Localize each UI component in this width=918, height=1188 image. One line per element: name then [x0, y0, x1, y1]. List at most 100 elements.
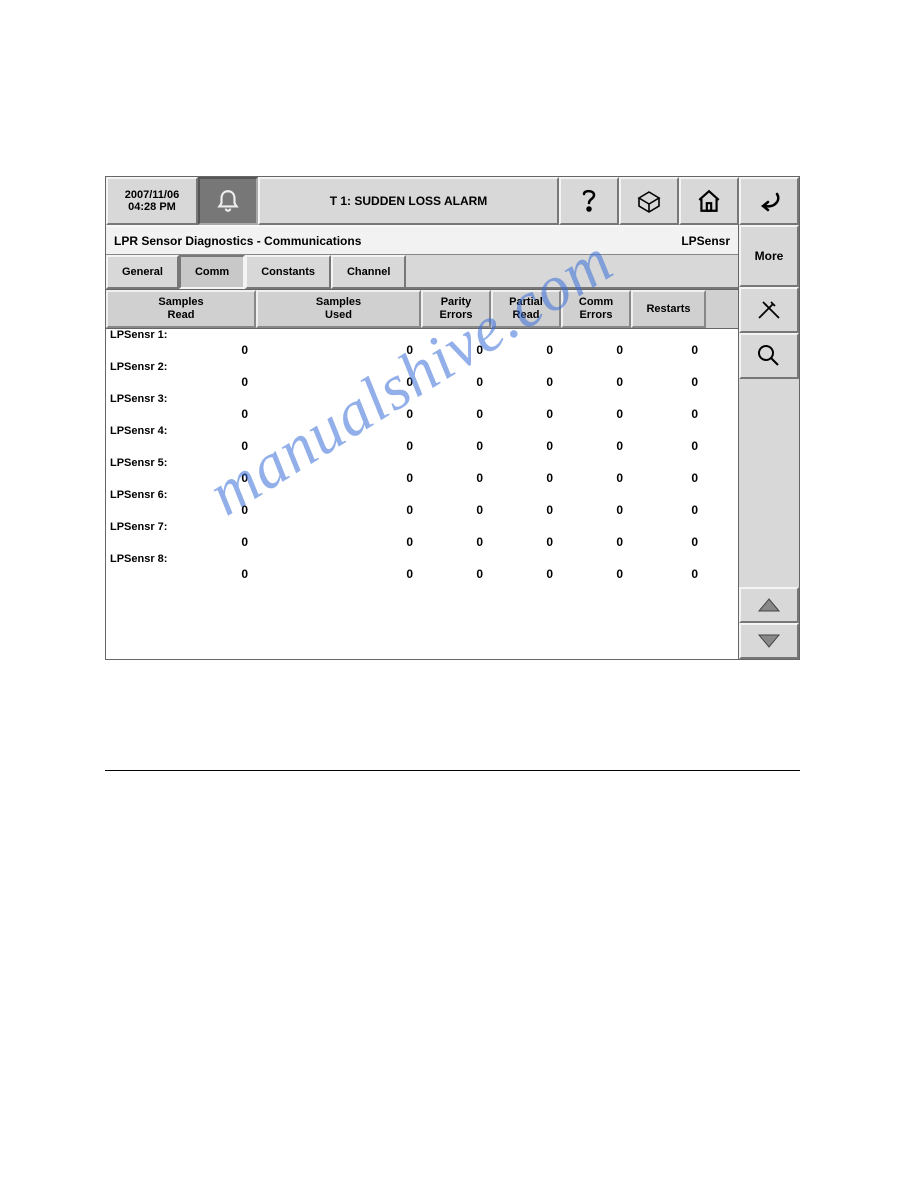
col-partial-read: Partial Read — [491, 290, 561, 328]
cell-parity_errors: 0 — [421, 375, 491, 389]
cell-partial_read: 0 — [491, 567, 561, 581]
cell-parity_errors: 0 — [421, 535, 491, 549]
col-parity-errors: Parity Errors — [421, 290, 491, 328]
app-frame: 2007/11/06 04:28 PM T 1: SUDDEN LOSS ALA… — [105, 176, 800, 660]
bell-icon — [215, 188, 241, 214]
help-button[interactable] — [559, 177, 619, 225]
scroll-up-button[interactable] — [739, 587, 799, 623]
cell-restarts: 0 — [631, 439, 706, 453]
cell-samples_read: 0 — [106, 503, 256, 517]
sensor-label: LPSensr 3: — [110, 393, 167, 405]
sensor-label: LPSensr 4: — [110, 425, 167, 437]
cell-samples_read: 0 — [106, 439, 256, 453]
cell-partial_read: 0 — [491, 375, 561, 389]
cell-comm_errors: 0 — [561, 503, 631, 517]
box-icon — [635, 188, 663, 214]
sensor-row: LPSensr 4:000000 — [106, 425, 738, 457]
cell-parity_errors: 0 — [421, 471, 491, 485]
tab-comm[interactable]: Comm — [179, 255, 245, 289]
more-label: More — [755, 249, 784, 263]
tab-channel[interactable]: Channel — [331, 255, 406, 289]
cell-comm_errors: 0 — [561, 375, 631, 389]
cell-comm_errors: 0 — [561, 567, 631, 581]
col-samples-used: Samples Used — [256, 290, 421, 328]
print-button[interactable] — [619, 177, 679, 225]
sensor-row: LPSensr 7:000000 — [106, 521, 738, 553]
cell-partial_read: 0 — [491, 407, 561, 421]
alarm-title-button[interactable]: T 1: SUDDEN LOSS ALARM — [258, 177, 559, 225]
main-row: LPR Sensor Diagnostics - Communications … — [106, 225, 799, 659]
triangle-up-icon — [758, 598, 780, 612]
home-button[interactable] — [679, 177, 739, 225]
sensor-row: LPSensr 8:000000 — [106, 553, 738, 585]
cell-samples_used: 0 — [256, 343, 421, 357]
tabs-row: General Comm Constants Channel — [106, 255, 738, 290]
col-restarts: Restarts — [631, 290, 706, 328]
cell-restarts: 0 — [631, 567, 706, 581]
date-text: 2007/11/06 — [125, 189, 179, 201]
sensor-row: LPSensr 5:000000 — [106, 457, 738, 489]
page-divider — [105, 770, 800, 771]
cell-samples_read: 0 — [106, 567, 256, 581]
cell-partial_read: 0 — [491, 471, 561, 485]
cell-samples_read: 0 — [106, 471, 256, 485]
cell-samples_read: 0 — [106, 535, 256, 549]
cell-comm_errors: 0 — [561, 407, 631, 421]
sensor-label: LPSensr 2: — [110, 361, 167, 373]
cell-restarts: 0 — [631, 343, 706, 357]
cell-parity_errors: 0 — [421, 503, 491, 517]
cell-parity_errors: 0 — [421, 407, 491, 421]
question-icon — [577, 186, 601, 216]
cell-samples_used: 0 — [256, 407, 421, 421]
tab-general[interactable]: General — [106, 255, 179, 289]
sensor-label: LPSensr 7: — [110, 521, 167, 533]
scroll-down-button[interactable] — [739, 623, 799, 659]
sensor-label: LPSensr 5: — [110, 457, 167, 469]
more-button[interactable]: More — [739, 225, 799, 287]
sensor-row: LPSensr 2:000000 — [106, 361, 738, 393]
alarm-text: T 1: SUDDEN LOSS ALARM — [330, 194, 488, 208]
cell-samples_read: 0 — [106, 375, 256, 389]
cell-partial_read: 0 — [491, 535, 561, 549]
top-toolbar: 2007/11/06 04:28 PM T 1: SUDDEN LOSS ALA… — [106, 177, 799, 225]
cell-parity_errors: 0 — [421, 567, 491, 581]
tools-icon — [755, 298, 783, 322]
sensor-label: LPSensr 6: — [110, 489, 167, 501]
tools-button[interactable] — [739, 287, 799, 333]
triangle-down-icon — [758, 634, 780, 648]
magnifier-icon — [756, 343, 782, 369]
col-samples-read: Samples Read — [106, 290, 256, 328]
cell-partial_read: 0 — [491, 439, 561, 453]
cell-samples_used: 0 — [256, 535, 421, 549]
content-pane: LPR Sensor Diagnostics - Communications … — [106, 225, 739, 659]
datetime-button[interactable]: 2007/11/06 04:28 PM — [106, 177, 198, 225]
data-area: LPSensr 1:000000LPSensr 2:000000LPSensr … — [106, 329, 738, 659]
tab-constants[interactable]: Constants — [245, 255, 331, 289]
alarm-bell-button[interactable] — [198, 177, 258, 225]
sensor-row: LPSensr 1:000000 — [106, 329, 738, 361]
home-icon — [696, 188, 722, 214]
search-button[interactable] — [739, 333, 799, 379]
back-button[interactable] — [739, 177, 799, 225]
cell-restarts: 0 — [631, 471, 706, 485]
sensor-row: LPSensr 3:000000 — [106, 393, 738, 425]
cell-parity_errors: 0 — [421, 439, 491, 453]
sensor-row: LPSensr 6:000000 — [106, 489, 738, 521]
device-type-label: LPSensr — [681, 234, 730, 248]
cell-samples_used: 0 — [256, 471, 421, 485]
cell-partial_read: 0 — [491, 503, 561, 517]
sensor-label: LPSensr 8: — [110, 553, 167, 565]
cell-samples_used: 0 — [256, 439, 421, 453]
col-comm-errors: Comm Errors — [561, 290, 631, 328]
cell-restarts: 0 — [631, 503, 706, 517]
sensor-label: LPSensr 1: — [110, 329, 167, 341]
column-headers: Samples Read Samples Used Parity Errors … — [106, 290, 738, 329]
cell-restarts: 0 — [631, 375, 706, 389]
cell-samples_read: 0 — [106, 407, 256, 421]
time-text: 04:28 PM — [128, 201, 176, 213]
cell-comm_errors: 0 — [561, 343, 631, 357]
cell-restarts: 0 — [631, 407, 706, 421]
cell-comm_errors: 0 — [561, 471, 631, 485]
screen-title: LPR Sensor Diagnostics - Communications — [114, 234, 361, 248]
cell-samples_used: 0 — [256, 503, 421, 517]
